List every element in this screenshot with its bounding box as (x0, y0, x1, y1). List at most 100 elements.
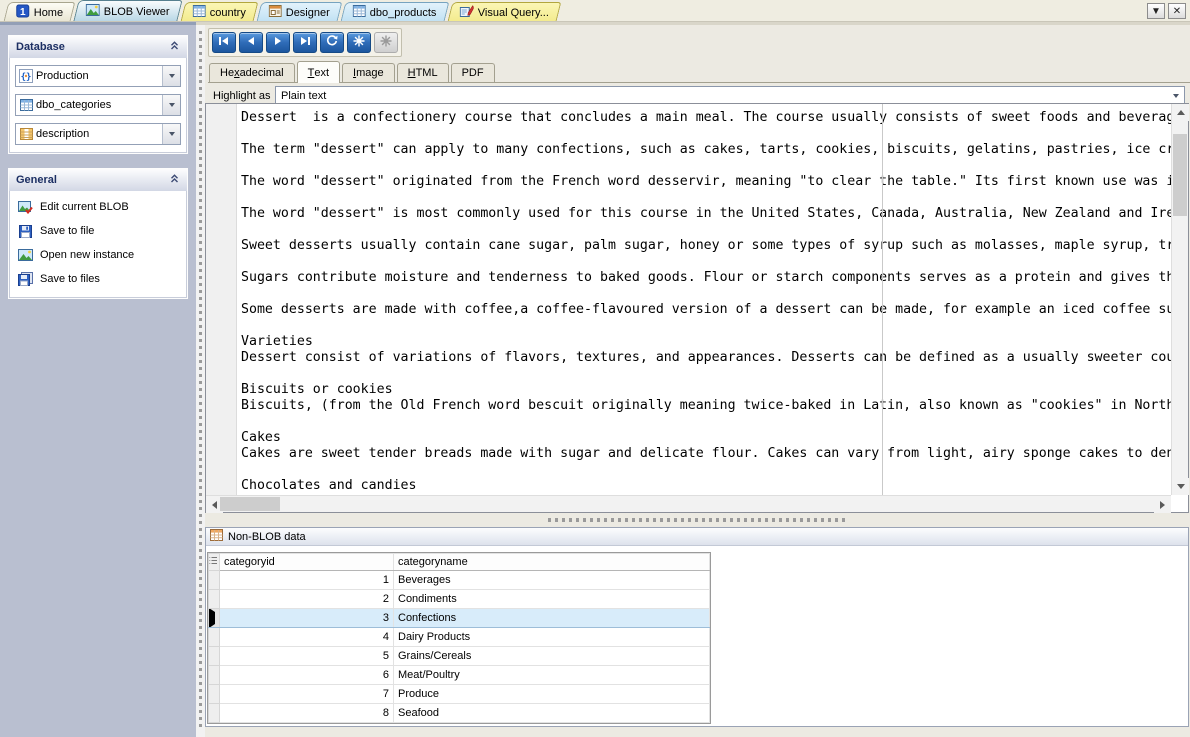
table-tab-icon (193, 5, 206, 20)
autoload-stop-icon (380, 35, 392, 50)
cell-categoryid[interactable]: 6 (220, 666, 394, 685)
column-header-categoryid[interactable]: categoryid (220, 554, 394, 571)
viewer-tab-hexadecimal[interactable]: Hexadecimal (209, 63, 295, 82)
last-record-button[interactable] (293, 32, 317, 53)
window-tab-home[interactable]: 1Home (4, 2, 76, 21)
database-panel-title: Database (16, 41, 65, 53)
vertical-scroll-thumb[interactable] (1173, 134, 1187, 216)
editor-line: Dessert consist of variations of flavors… (241, 350, 1171, 366)
table-icon (16, 99, 36, 111)
row-selector[interactable] (209, 571, 220, 590)
chevron-down-icon[interactable] (162, 95, 180, 115)
viewer-tab-image[interactable]: Image (342, 63, 395, 82)
cell-categoryname[interactable]: Produce (394, 685, 710, 704)
editor-line: Dessert is a confectionery course that c… (241, 110, 1171, 126)
collapse-chevron-icon[interactable] (169, 40, 180, 54)
prior-record-button[interactable] (239, 32, 263, 53)
table-row-condiments[interactable]: 2Condiments (209, 590, 710, 609)
cell-categoryid[interactable]: 7 (220, 685, 394, 704)
viewer-tab-text[interactable]: Text (297, 61, 340, 83)
row-selector[interactable] (209, 628, 220, 647)
row-selector[interactable] (209, 609, 220, 628)
collapse-chevron-icon[interactable] (169, 173, 180, 187)
window-tab-country[interactable]: country (181, 2, 259, 21)
column-header-categoryname[interactable]: categoryname (394, 554, 710, 571)
cell-categoryid[interactable]: 1 (220, 571, 394, 590)
row-selector[interactable] (209, 590, 220, 609)
right-margin-line (882, 104, 883, 495)
prior-record-icon (246, 36, 256, 49)
window-menu-button[interactable]: ▼ (1147, 3, 1165, 19)
scroll-up-icon[interactable] (1172, 104, 1189, 121)
window-tab-blob-viewer[interactable]: BLOB Viewer (74, 0, 183, 21)
cell-categoryname[interactable]: Seafood (394, 704, 710, 723)
table-row-beverages[interactable]: 1Beverages (209, 571, 710, 590)
chevron-down-icon[interactable] (162, 124, 180, 144)
row-selector[interactable] (209, 685, 220, 704)
cell-categoryname[interactable]: Beverages (394, 571, 710, 590)
table-row-confections[interactable]: 3Confections (209, 609, 710, 628)
vertical-scrollbar[interactable] (1171, 104, 1188, 495)
row-selector[interactable] (209, 647, 220, 666)
cell-categoryid[interactable]: 2 (220, 590, 394, 609)
editor-gutter (206, 104, 237, 495)
combo-dbo_categories[interactable]: dbo_categories (15, 94, 181, 116)
home-tab-icon: 1 (16, 4, 30, 21)
panel-splitter[interactable] (205, 513, 1190, 527)
scroll-down-icon[interactable] (1172, 478, 1189, 495)
combo-description[interactable]: description (15, 123, 181, 145)
scroll-right-icon[interactable] (1154, 496, 1171, 513)
database-panel-header[interactable]: Database (9, 36, 187, 58)
general-panel: General Edit current BLOBSave to fileOpe… (8, 168, 188, 299)
table-row-seafood[interactable]: 8Seafood (209, 704, 710, 723)
action-save-to-files[interactable]: Save to files (15, 268, 181, 290)
table-row-dairy-products[interactable]: 4Dairy Products (209, 628, 710, 647)
refresh-button[interactable] (320, 32, 344, 53)
non-blob-title: Non-BLOB data (228, 531, 306, 543)
autoload-button[interactable] (347, 32, 371, 53)
cell-categoryid[interactable]: 3 (220, 609, 394, 628)
action-open-new-instance[interactable]: Open new instance (15, 244, 181, 266)
database-panel: Database {}Production dbo_categoriesdescr… (8, 35, 188, 154)
sidebar-splitter[interactable] (196, 25, 205, 737)
table-row-produce[interactable]: 7Produce (209, 685, 710, 704)
next-record-button[interactable] (266, 32, 290, 53)
editor-line (241, 414, 1171, 430)
table-row-meat-poultry[interactable]: 6Meat/Poultry (209, 666, 710, 685)
cell-categoryid[interactable]: 4 (220, 628, 394, 647)
cell-categoryname[interactable]: Grains/Cereals (394, 647, 710, 666)
blob-text-editor[interactable]: Dessert is a confectionery course that c… (238, 104, 1171, 495)
cell-categoryname[interactable]: Dairy Products (394, 628, 710, 647)
table-icon (210, 529, 223, 544)
cell-categoryname[interactable]: Condiments (394, 590, 710, 609)
save-file-icon (17, 225, 34, 238)
cell-categoryname[interactable]: Confections (394, 609, 710, 628)
cell-categoryname[interactable]: Meat/Poultry (394, 666, 710, 685)
cell-categoryid[interactable]: 5 (220, 647, 394, 666)
svg-text:1: 1 (20, 7, 26, 18)
horizontal-scroll-thumb[interactable] (220, 497, 280, 511)
cell-categoryid[interactable]: 8 (220, 704, 394, 723)
chevron-down-icon[interactable] (162, 66, 180, 86)
viewer-tab-pdf[interactable]: PDF (451, 63, 495, 82)
editor-line: Some desserts are made with coffee,a cof… (241, 302, 1171, 318)
row-selector[interactable] (209, 704, 220, 723)
editor-line: Sweet desserts usually contain cane suga… (241, 238, 1171, 254)
first-record-button[interactable] (212, 32, 236, 53)
sidebar: Database {}Production dbo_categoriesdescr… (0, 25, 196, 737)
window-tab-dbo-products[interactable]: dbo_products (341, 2, 449, 21)
editor-line (241, 254, 1171, 270)
window-close-button[interactable]: ✕ (1168, 3, 1186, 19)
table-row-grains-cereals[interactable]: 5Grains/Cereals (209, 647, 710, 666)
grid-corner-cell[interactable] (209, 554, 220, 571)
next-record-icon (273, 36, 283, 49)
action-edit-current-blob[interactable]: Edit current BLOB (15, 196, 181, 218)
combo-production[interactable]: {}Production (15, 65, 181, 87)
action-save-to-file[interactable]: Save to file (15, 220, 181, 242)
window-tab-designer[interactable]: Designer (257, 2, 343, 21)
horizontal-scrollbar[interactable] (206, 495, 1171, 512)
window-tab-visual-query[interactable]: Visual Query... (448, 2, 562, 21)
row-selector[interactable] (209, 666, 220, 685)
viewer-tab-html[interactable]: HTML (397, 63, 449, 82)
general-panel-header[interactable]: General (9, 169, 187, 191)
